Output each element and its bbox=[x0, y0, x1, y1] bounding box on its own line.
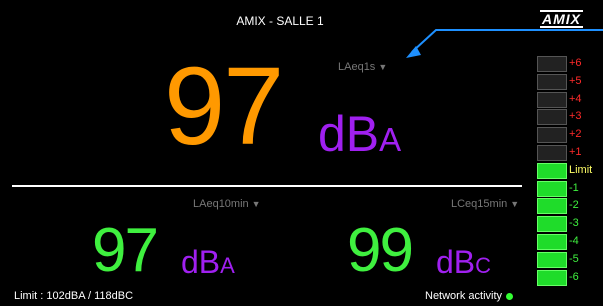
meter-segment bbox=[537, 91, 567, 108]
right-unit-text: dB bbox=[436, 244, 476, 280]
right-measure-label: LCeq15min bbox=[451, 198, 508, 210]
meter-segment bbox=[537, 269, 567, 286]
meter-label: +6 bbox=[569, 57, 582, 69]
meter-label: -4 bbox=[569, 235, 579, 247]
meter-label: -1 bbox=[569, 181, 579, 194]
meter-label: +1 bbox=[569, 146, 582, 158]
meter-segment bbox=[537, 56, 567, 72]
meter-segment bbox=[537, 73, 567, 90]
meter-segment bbox=[537, 127, 567, 144]
meter-label: +2 bbox=[569, 128, 582, 141]
meter-segment bbox=[537, 251, 567, 268]
main-level-unit: dBA bbox=[318, 105, 401, 163]
annotation-arrow-icon bbox=[406, 29, 603, 58]
meter-segment bbox=[537, 216, 567, 233]
right-measure-selector[interactable]: LCeq15min ▼ bbox=[451, 198, 519, 210]
status-dot-icon bbox=[506, 292, 514, 300]
meter-segment bbox=[537, 198, 567, 215]
main-unit-text: dB bbox=[318, 106, 380, 162]
main-unit-weighting: A bbox=[379, 121, 402, 158]
meter-segment bbox=[537, 234, 567, 250]
left-level-unit: dBA bbox=[181, 244, 235, 281]
network-activity: Network activity bbox=[425, 290, 514, 302]
main-measure-selector[interactable]: LAeq1s ▼ bbox=[338, 61, 387, 73]
left-level-value: 97 bbox=[92, 216, 159, 285]
meter-segment bbox=[537, 180, 567, 197]
main-measure-label: LAeq1s bbox=[338, 61, 376, 73]
meter-label: +4 bbox=[569, 92, 582, 105]
meter-segment bbox=[537, 162, 567, 179]
meter-label: +3 bbox=[569, 110, 582, 123]
dropdown-arrow-icon: ▼ bbox=[251, 199, 261, 209]
meter-label: -5 bbox=[569, 252, 579, 265]
left-unit-text: dB bbox=[181, 244, 221, 280]
network-activity-label: Network activity bbox=[425, 290, 503, 302]
right-level-unit: dBC bbox=[436, 244, 491, 281]
divider-line bbox=[12, 185, 522, 187]
dropdown-arrow-icon: ▼ bbox=[510, 199, 520, 209]
dropdown-arrow-icon: ▼ bbox=[378, 62, 388, 72]
meter-segment bbox=[537, 109, 567, 126]
meter-label: +5 bbox=[569, 74, 582, 87]
left-measure-label: LAeq10min bbox=[193, 198, 249, 210]
meter-segment bbox=[537, 145, 567, 161]
right-unit-weighting: C bbox=[475, 253, 492, 278]
meter-label: -2 bbox=[569, 199, 579, 212]
limit-text: Limit : 102dBA / 118dBC bbox=[14, 290, 134, 302]
main-level-value: 97 bbox=[164, 45, 284, 168]
meter-label: -6 bbox=[569, 270, 579, 283]
meter-label: Limit bbox=[569, 163, 593, 176]
right-level-value: 99 bbox=[347, 216, 414, 285]
meter-label: -3 bbox=[569, 217, 579, 230]
left-measure-selector[interactable]: LAeq10min ▼ bbox=[193, 198, 261, 210]
left-unit-weighting: A bbox=[220, 253, 235, 278]
